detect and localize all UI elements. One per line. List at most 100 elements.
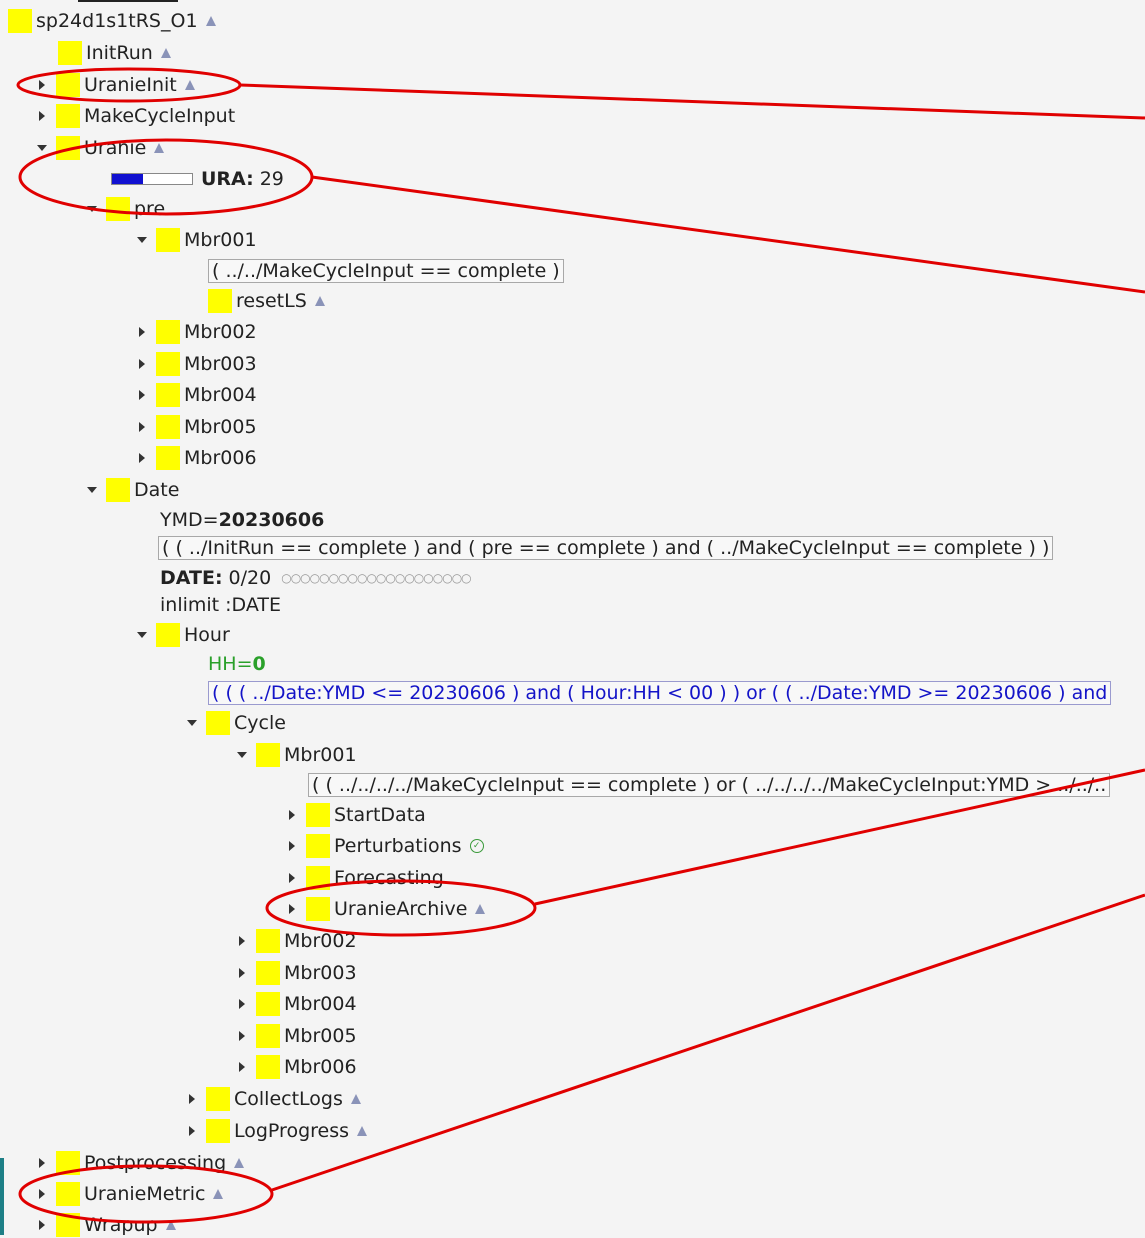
triangle-up-icon	[350, 1094, 361, 1104]
tree-node-makecycleinput[interactable]: MakeCycleInput	[34, 103, 235, 129]
expand-toggle[interactable]	[284, 833, 300, 859]
trigger-expression: ( ( ( ../Date:YMD <= 20230606 ) and ( Ho…	[208, 680, 1112, 706]
status-box-icon	[56, 73, 80, 97]
tree-node-collectlogs[interactable]: CollectLogs	[184, 1086, 361, 1112]
expand-toggle[interactable]	[284, 802, 300, 828]
expand-toggle[interactable]	[134, 414, 150, 440]
triangle-right-icon	[239, 936, 245, 946]
node-label: Mbr001	[184, 229, 257, 251]
tree-node-date[interactable]: Date	[84, 477, 179, 503]
expand-toggle[interactable]	[134, 382, 150, 408]
expand-toggle[interactable]	[34, 1150, 50, 1176]
status-box-icon	[156, 383, 180, 407]
expand-toggle[interactable]	[34, 103, 50, 129]
check-circle-icon: ✓	[469, 839, 484, 853]
collapse-toggle[interactable]	[184, 710, 200, 736]
expand-toggle[interactable]	[234, 1054, 250, 1080]
limit-label: DATE:	[160, 567, 223, 589]
tree-node-pre[interactable]: pre	[84, 196, 165, 222]
expand-toggle[interactable]	[34, 1181, 50, 1207]
repeat-variable-ymd[interactable]: YMD= 20230606	[160, 507, 324, 533]
tree-node-pre-mbr004[interactable]: Mbr004	[134, 382, 257, 408]
status-box-icon	[256, 1055, 280, 1079]
status-box-icon	[156, 228, 180, 252]
node-label: Hour	[184, 624, 230, 646]
tree-node-pre-mbr002[interactable]: Mbr002	[134, 319, 257, 345]
trigger-expression: ( ( ../InitRun == complete ) and ( pre =…	[158, 535, 1054, 561]
tree-node-uranie[interactable]: Uranie	[34, 135, 165, 161]
triangle-down-icon	[37, 145, 47, 151]
expand-toggle[interactable]	[234, 1023, 250, 1049]
tree-node-perturbations[interactable]: Perturbations ✓	[284, 833, 484, 859]
expand-toggle[interactable]	[234, 991, 250, 1017]
limit-meter-bar	[111, 173, 193, 185]
expand-toggle[interactable]	[34, 72, 50, 98]
status-box-icon	[56, 1151, 80, 1175]
node-label: resetLS	[236, 290, 307, 312]
tree-node-cycle-mbr002[interactable]: Mbr002	[234, 928, 357, 954]
triangle-down-icon	[137, 237, 147, 243]
status-box-icon	[56, 104, 80, 128]
tree-node-startdata[interactable]: StartData	[284, 802, 426, 828]
status-box-icon	[156, 623, 180, 647]
tree-node-uraniemetric[interactable]: UranieMetric	[34, 1181, 224, 1207]
tree-node-logprogress[interactable]: LogProgress	[184, 1118, 368, 1144]
node-label: UranieInit	[84, 74, 177, 96]
triangle-right-icon	[39, 80, 45, 90]
triangle-right-icon	[39, 1158, 45, 1168]
collapse-toggle[interactable]	[134, 622, 150, 648]
tree-node-forecasting[interactable]: Forecasting	[284, 865, 444, 891]
tree-node-root[interactable]: sp24d1s1tRS_O1	[8, 8, 216, 34]
expand-toggle[interactable]	[234, 960, 250, 986]
limit-value: 0/20	[228, 567, 272, 589]
status-box-icon	[306, 866, 330, 890]
tree-node-postprocessing[interactable]: Postprocessing	[34, 1150, 245, 1176]
node-label: LogProgress	[234, 1120, 350, 1142]
expand-toggle[interactable]	[134, 351, 150, 377]
node-label: InitRun	[86, 42, 153, 64]
tree-node-hour[interactable]: Hour	[134, 622, 230, 648]
node-label: Date	[134, 479, 180, 501]
limit-meter-label: URA:	[201, 168, 254, 190]
expand-toggle[interactable]	[234, 928, 250, 954]
tree-node-pre-mbr006[interactable]: Mbr006	[134, 445, 257, 471]
variable-name: HH=	[208, 653, 253, 675]
triangle-right-icon	[239, 1062, 245, 1072]
collapse-toggle[interactable]	[34, 135, 50, 161]
expand-toggle[interactable]	[284, 896, 300, 922]
tree-node-cycle-mbr003[interactable]: Mbr003	[234, 960, 357, 986]
triangle-right-icon	[139, 390, 145, 400]
tree-node-resetls[interactable]: resetLS	[208, 288, 325, 314]
expand-toggle[interactable]	[284, 865, 300, 891]
expand-toggle[interactable]	[184, 1118, 200, 1144]
tree-node-cycle[interactable]: Cycle	[184, 710, 286, 736]
triangle-right-icon	[239, 1031, 245, 1041]
node-label: pre	[134, 198, 166, 220]
status-box-icon	[56, 136, 80, 160]
status-box-icon	[156, 352, 180, 376]
repeat-variable-hh[interactable]: HH= 0	[208, 651, 266, 677]
expand-toggle[interactable]	[134, 319, 150, 345]
collapse-toggle[interactable]	[134, 227, 150, 253]
tree-node-wrapup[interactable]: Wrapup	[34, 1212, 176, 1238]
tree-node-pre-mbr001[interactable]: Mbr001	[134, 227, 257, 253]
expand-toggle[interactable]	[134, 445, 150, 471]
expand-toggle[interactable]	[184, 1086, 200, 1112]
tree-node-initrun[interactable]: InitRun	[58, 40, 171, 66]
collapse-toggle[interactable]	[234, 742, 250, 768]
tree-node-pre-mbr003[interactable]: Mbr003	[134, 351, 257, 377]
collapse-toggle[interactable]	[84, 477, 100, 503]
tree-node-cycle-mbr004[interactable]: Mbr004	[234, 991, 357, 1017]
node-label: Mbr005	[284, 1025, 357, 1047]
variable-name: YMD=	[160, 509, 219, 531]
tree-node-uranieinit[interactable]: UranieInit	[34, 72, 195, 98]
collapse-toggle[interactable]	[84, 196, 100, 222]
expand-toggle[interactable]	[34, 1212, 50, 1238]
tree-node-cycle-mbr001[interactable]: Mbr001	[234, 742, 357, 768]
node-label: sp24d1s1tRS_O1	[36, 10, 198, 32]
node-label: Perturbations	[334, 835, 462, 857]
tree-node-cycle-mbr006[interactable]: Mbr006	[234, 1054, 357, 1080]
tree-node-uraniearchive[interactable]: UranieArchive	[284, 896, 486, 922]
tree-node-pre-mbr005[interactable]: Mbr005	[134, 414, 257, 440]
tree-node-cycle-mbr005[interactable]: Mbr005	[234, 1023, 357, 1049]
